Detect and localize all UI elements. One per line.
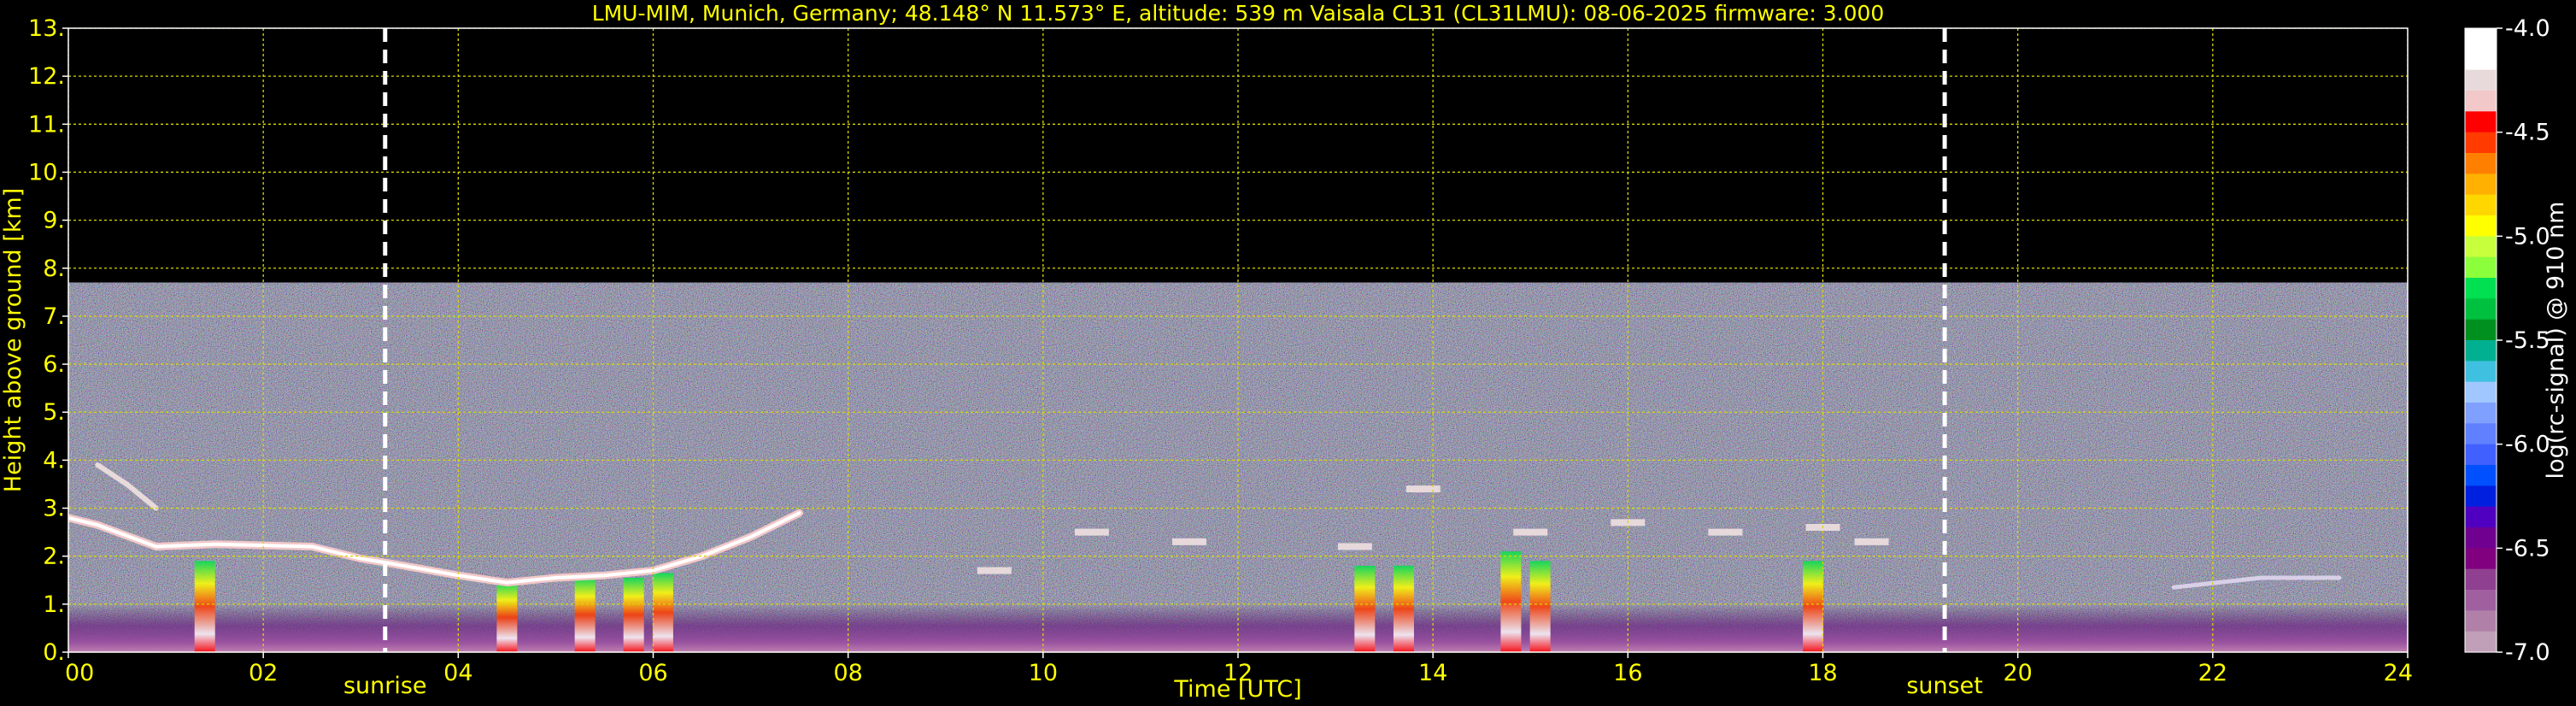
colorbar-segment [2465,465,2497,486]
colorbar-segment [2465,381,2497,403]
cloud-top-patch [1337,543,1372,550]
colorbar-segment [2465,444,2497,466]
y-tick-label: 9. [43,208,65,234]
colorbar-tick-label: -4.5 [2505,120,2550,146]
cloud-top-patch [977,567,1012,574]
x-tick-label: 02 [249,660,278,686]
y-tick-label: 5. [43,399,65,426]
x-axis-label: Time [UTC] [1173,676,1301,703]
cloud-top-patch [1854,538,1889,545]
colorbar-segment [2465,132,2497,154]
cloud-top-patch [1513,528,1548,536]
signal-column [574,577,596,652]
colorbar-segment [2465,298,2497,321]
colorbar-segment [2465,91,2497,112]
y-tick-label: 10. [28,159,65,185]
colorbar-segment [2465,527,2497,549]
colorbar-segment [2465,485,2497,508]
signal-column [1354,565,1376,652]
cloud-top-patch [1171,538,1206,545]
colorbar-segment [2465,423,2497,445]
y-tick-label: 6. [43,351,65,378]
y-axis-ticks: 0. 1. 2. 3. 4. 5. 6. 7. 8. 9. 10. 11. 12. 13. [28,15,68,666]
x-tick-label: 08 [833,660,862,686]
y-tick-label: 3. [43,496,65,522]
colorbar-segment [2465,319,2497,341]
colorbar-segment [2465,174,2497,196]
y-tick-label: 12. [28,63,65,90]
x-tick-label: 06 [638,660,667,686]
x-tick-label: 04 [443,660,472,686]
y-tick-label: 7. [43,303,65,330]
colorbar-segment [2465,256,2497,279]
colorbar-segment [2465,49,2497,71]
y-tick-label: 2. [43,544,65,570]
signal-column [1803,561,1824,652]
colorbar-label: log(rc-signal) @ 910 nm [2543,202,2569,479]
signal-column [496,582,518,652]
cloud-top-patch [1405,485,1441,493]
colorbar-segment [2465,590,2497,611]
y-tick-label: 8. [43,256,65,282]
sun-marker-labels: sunrise sunset [343,673,1983,699]
colorbar-tick-label: -4.0 [2505,15,2550,42]
y-tick-label: 1. [43,591,65,618]
y-tick-label: 4. [43,447,65,474]
x-tick-label: 24 [2384,660,2413,686]
cloud-top-patch [1708,528,1743,536]
chart-title: LMU-MIM, Munich, Germany; 48.148° N 11.5… [592,1,1885,26]
signal-column [652,573,673,652]
cloud-top-patch [1074,528,1109,536]
x-tick-label: 10 [1029,660,1058,686]
signal-column [1529,561,1551,652]
ceilometer-chart: LMU-MIM, Munich, Germany; 48.148° N 11.5… [0,1,2569,703]
signal-column [1393,565,1414,652]
x-tick-label: 14 [1418,660,1447,686]
colorbar-segment [2465,69,2497,91]
y-tick-label: 11. [28,111,65,138]
colorbar-segment [2465,340,2497,362]
x-tick-label: 16 [1613,660,1642,686]
x-tick-label: 00 [65,660,94,686]
colorbar-tick-label: -6.5 [2505,535,2550,562]
colorbar-segment [2465,548,2497,570]
y-tick-label: 0. [43,639,65,666]
colorbar-segment [2465,631,2497,653]
colorbar-segment [2465,610,2497,632]
sun-marker-label-sunrise: sunrise [343,673,427,699]
x-tick-label: 18 [1808,660,1837,686]
x-tick-label: 22 [2198,660,2227,686]
sun-marker-label-sunset: sunset [1906,673,1983,699]
colorbar-segment [2465,278,2497,299]
colorbar-segment [2465,194,2497,216]
colorbar [2464,27,2497,653]
colorbar-segment [2465,28,2497,50]
signal-column [1500,551,1522,652]
colorbar-tick-label: -7.0 [2505,639,2550,666]
colorbar-segment [2465,403,2497,424]
colorbar-segment [2465,153,2497,174]
colorbar-segment [2465,361,2497,383]
x-tick-label: 20 [2003,660,2032,686]
colorbar-segment [2465,506,2497,528]
colorbar-segment [2465,215,2497,237]
signal-column [623,577,644,652]
colorbar-segment [2465,111,2497,133]
signal-column [194,561,215,652]
y-tick-label: 13. [28,15,65,42]
plot-area [68,28,2408,652]
colorbar-segment [2465,568,2497,591]
y-axis-label: Height above ground [km] [0,188,26,492]
colorbar-segment [2465,236,2497,258]
